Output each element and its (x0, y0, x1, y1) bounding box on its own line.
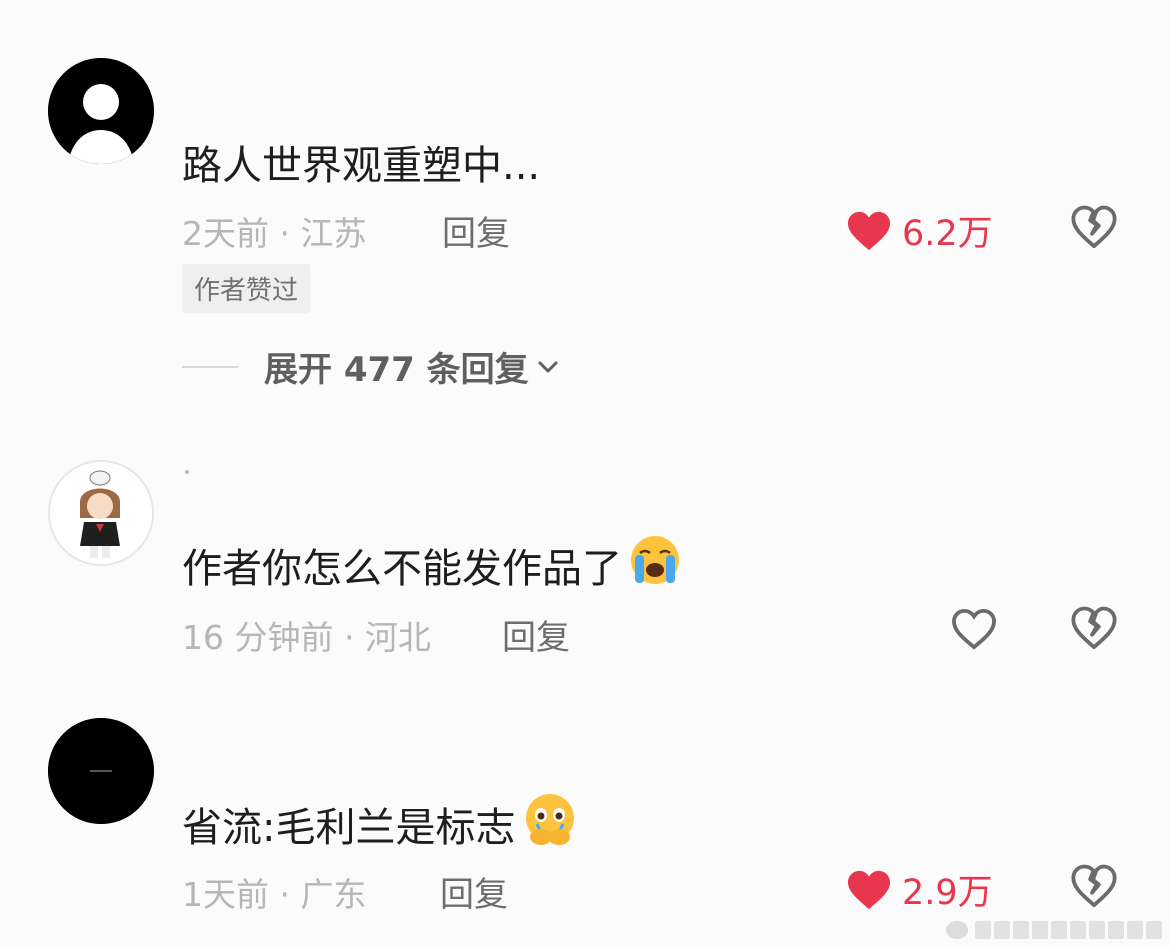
like-count: 6.2万 (902, 214, 993, 254)
reply-button[interactable]: 回复 (442, 206, 510, 255)
expand-replies-button[interactable]: 展开 477 条回复 (182, 342, 561, 391)
black-avatar-icon (48, 718, 154, 824)
comment-text: 路人世界观重塑中... (182, 133, 540, 191)
comment-meta: 1天前 · 广东 (182, 875, 367, 914)
broken-heart-icon (1071, 606, 1117, 650)
heart-icon (848, 211, 890, 250)
watermark (946, 921, 1162, 939)
comment-text-content: 省流:毛利兰是标志 (182, 805, 516, 851)
chevron-down-icon (538, 361, 558, 372)
comment-text: 作者你怎么不能发作品了 (182, 533, 684, 597)
dislike-button[interactable] (1071, 864, 1117, 912)
heart-icon (952, 608, 996, 650)
dislike-button[interactable] (1071, 205, 1117, 253)
like-button[interactable]: 2.9万 (846, 864, 993, 915)
avatar[interactable] (48, 460, 154, 566)
like-button[interactable]: 6.2万 (846, 205, 993, 256)
avatar[interactable] (48, 58, 154, 164)
anime-avatar-icon (50, 462, 152, 564)
author-liked-badge: 作者赞过 (182, 264, 311, 313)
reply-button[interactable]: 回复 (502, 610, 570, 659)
broken-heart-icon (1071, 205, 1117, 249)
default-avatar-icon (48, 58, 154, 164)
comment-meta: 16 分钟前 · 河北 (182, 618, 431, 657)
like-button[interactable] (951, 608, 997, 650)
comment-text-content: 作者你怎么不能发作品了 (182, 546, 622, 592)
loudly-crying-face-icon (626, 533, 684, 597)
expand-replies-label: 展开 477 条回复 (264, 350, 529, 390)
comment-text: 省流:毛利兰是标志 (182, 791, 581, 857)
divider-line (182, 365, 238, 368)
reply-button[interactable]: 回复 (440, 867, 508, 916)
comment-meta: 2天前 · 江苏 (182, 214, 367, 253)
like-count: 2.9万 (902, 873, 993, 913)
comment-text-content: 路人世界观重塑中... (182, 143, 541, 189)
avatar[interactable] (48, 718, 154, 824)
nickname-dot (185, 470, 189, 474)
face-holding-back-tears-icon (519, 791, 581, 857)
heart-icon (848, 870, 890, 909)
dislike-button[interactable] (1071, 606, 1117, 654)
weibo-logo-icon (946, 921, 968, 939)
broken-heart-icon (1071, 864, 1117, 908)
